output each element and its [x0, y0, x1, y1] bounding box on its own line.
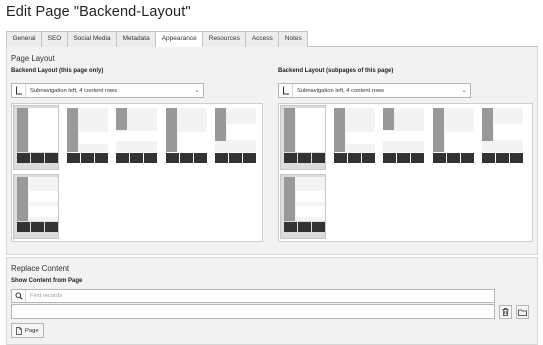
backend-layout-icon	[279, 84, 293, 97]
backend-layout-icon	[12, 84, 26, 97]
layout-option-subnav-2-rows[interactable]	[429, 105, 475, 170]
layout-option-split-rows[interactable]	[478, 105, 524, 170]
layout-option-header-1-row[interactable]	[379, 105, 425, 170]
tab-social-media[interactable]: Social Media	[66, 31, 118, 47]
tab-metadata[interactable]: Metadata	[116, 31, 157, 47]
backend-layout-subpages-label: Backend Layout (subpages of this page)	[278, 68, 394, 74]
replace-content-title: Replace Content	[11, 264, 70, 273]
page-button-label: Page	[25, 327, 39, 334]
backend-layout-this-page-value: Subnavigation left, 4 content rows	[30, 87, 118, 94]
layout-thumbnails-subpages	[278, 103, 533, 242]
tab-seo[interactable]: SEO	[41, 31, 68, 47]
find-records-input[interactable]	[26, 292, 426, 300]
tab-notes[interactable]: Notes	[278, 31, 309, 47]
browse-button[interactable]	[516, 305, 529, 319]
layout-thumbnails-this-page	[11, 103, 263, 242]
page-layout-title: Page Layout	[11, 54, 55, 63]
backend-layout-this-page-select[interactable]: Subnavigation left, 4 content rows ⌄	[11, 83, 204, 98]
layout-option-split-rows[interactable]	[211, 105, 257, 170]
page-icon	[16, 326, 22, 335]
show-content-from-page-label: Show Content from Page	[11, 278, 83, 284]
tab-general[interactable]: General	[6, 31, 43, 47]
layout-option-subnav-3-rows[interactable]	[330, 105, 376, 170]
layout-option-subnav-3-rows[interactable]	[63, 105, 109, 170]
layout-option-subnav-multi-rows[interactable]	[280, 174, 326, 239]
page-button[interactable]: Page	[11, 323, 44, 338]
selected-records-list[interactable]	[11, 304, 495, 319]
tab-access[interactable]: Access	[245, 31, 280, 47]
backend-layout-this-page-label: Backend Layout (this page only)	[11, 68, 104, 74]
backend-layout-subpages-value: Subnavigation left, 4 content rows	[297, 87, 385, 94]
layout-option-subnav-4-rows[interactable]	[13, 105, 59, 170]
find-records-row	[11, 289, 495, 303]
tab-appearance[interactable]: Appearance	[155, 31, 204, 48]
delete-button[interactable]	[499, 305, 512, 319]
chevron-down-icon: ⌄	[194, 88, 200, 94]
tab-resources[interactable]: Resources	[202, 31, 247, 47]
layout-option-subnav-4-rows[interactable]	[280, 105, 326, 170]
search-icon	[12, 290, 26, 302]
folder-icon	[518, 309, 527, 316]
backend-layout-subpages-select[interactable]: Subnavigation left, 4 content rows ⌄	[278, 83, 471, 98]
layout-option-subnav-multi-rows[interactable]	[13, 174, 59, 239]
page-title: Edit Page "Backend-Layout"	[6, 4, 191, 20]
tab-bar: General SEO Social Media Metadata Appear…	[6, 31, 538, 48]
layout-option-header-1-row[interactable]	[112, 105, 158, 170]
chevron-down-icon: ⌄	[461, 88, 467, 94]
trash-icon	[502, 308, 509, 316]
layout-option-subnav-2-rows[interactable]	[162, 105, 208, 170]
